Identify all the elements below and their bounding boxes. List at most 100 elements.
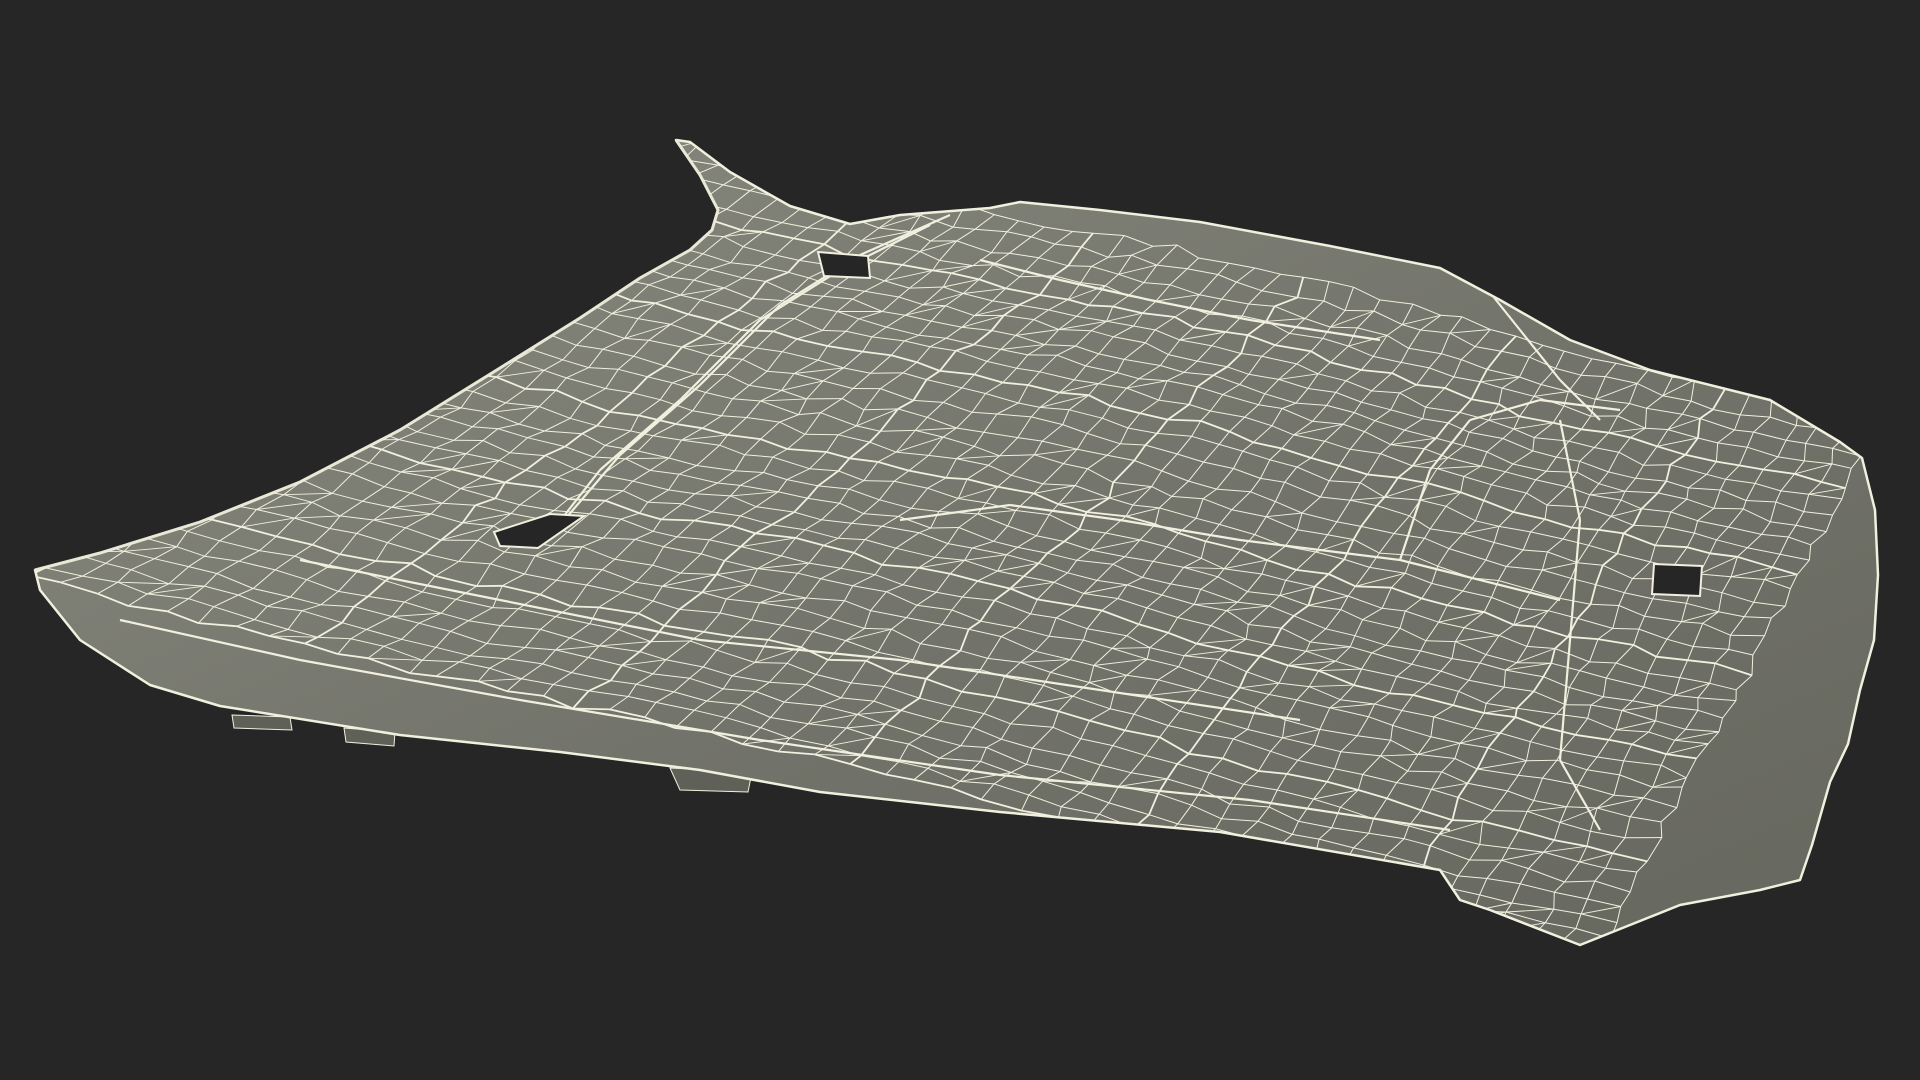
mesh-edge bbox=[174, 495, 199, 511]
mesh-edge bbox=[549, 210, 569, 228]
mesh-edge bbox=[915, 199, 941, 205]
mesh-edge bbox=[453, 336, 475, 347]
mesh-edge bbox=[203, 437, 224, 453]
mesh-edge bbox=[239, 430, 277, 440]
mesh-edge bbox=[184, 450, 205, 472]
mesh-edge bbox=[275, 390, 299, 410]
mesh-edge bbox=[495, 329, 521, 346]
mesh-edge bbox=[1851, 411, 1878, 422]
mesh-edge bbox=[603, 277, 617, 291]
mesh-edge bbox=[789, 174, 808, 187]
mesh-edge bbox=[589, 220, 626, 234]
mesh-edge bbox=[138, 521, 157, 537]
mesh-edge bbox=[1187, 853, 1228, 863]
mesh-edge bbox=[523, 290, 557, 301]
mesh-edge bbox=[991, 252, 1010, 254]
mesh-edge bbox=[560, 259, 593, 269]
mesh-edge bbox=[575, 285, 605, 291]
mesh-edge bbox=[410, 304, 435, 314]
mesh-edge bbox=[356, 356, 388, 370]
mesh-edge bbox=[378, 391, 399, 401]
mesh-edge bbox=[821, 175, 842, 190]
mesh-edge bbox=[264, 413, 309, 417]
mesh-edge bbox=[615, 200, 634, 209]
mesh-edge bbox=[255, 452, 282, 459]
mesh-edge bbox=[869, 187, 885, 210]
mesh-edge bbox=[870, 199, 916, 210]
mesh-edge bbox=[83, 538, 125, 552]
mesh-edge bbox=[609, 244, 631, 264]
mesh-edge bbox=[457, 310, 490, 322]
mesh-edge bbox=[363, 379, 399, 393]
mesh-edge bbox=[1068, 265, 1092, 267]
mesh-edge bbox=[847, 186, 867, 203]
mesh-edge bbox=[317, 420, 341, 433]
mesh-edge bbox=[605, 239, 630, 246]
mesh-edge bbox=[577, 252, 610, 264]
mesh-edge bbox=[1438, 888, 1452, 906]
mesh-edge bbox=[303, 439, 350, 449]
mesh-edge bbox=[210, 480, 250, 490]
mesh-edge bbox=[387, 355, 406, 370]
mesh-edge bbox=[145, 487, 166, 501]
mesh-edge bbox=[474, 329, 521, 338]
mesh-edge bbox=[633, 188, 646, 202]
mesh-edge bbox=[355, 399, 379, 410]
mesh-edge bbox=[940, 203, 966, 205]
mesh-edge bbox=[466, 357, 482, 373]
mesh-edge bbox=[1302, 858, 1315, 874]
mesh-edge bbox=[223, 438, 256, 454]
mesh-edge bbox=[1516, 662, 1552, 664]
mesh-edge bbox=[397, 376, 415, 393]
mesh-edge bbox=[549, 226, 571, 233]
mesh-edge bbox=[830, 201, 849, 215]
mesh-edge bbox=[210, 460, 239, 482]
mesh-edge bbox=[538, 258, 561, 261]
mesh-edge bbox=[1314, 858, 1346, 863]
mesh-edge bbox=[1526, 759, 1557, 762]
mesh-edge bbox=[543, 259, 561, 274]
mesh-edge bbox=[363, 368, 388, 380]
mesh-edge bbox=[1121, 839, 1156, 848]
mesh-edge bbox=[339, 420, 371, 430]
mesh-edge bbox=[645, 188, 674, 190]
mesh-edge bbox=[329, 401, 357, 410]
mesh-edge bbox=[1427, 912, 1461, 922]
mesh-edge bbox=[766, 165, 782, 183]
mesh-edge bbox=[1600, 938, 1612, 945]
mesh-edge bbox=[1167, 832, 1198, 847]
mesh-edge bbox=[638, 149, 665, 168]
mesh-edge bbox=[446, 276, 470, 292]
mesh-edge bbox=[589, 207, 616, 222]
mesh-edge bbox=[413, 376, 443, 386]
mesh-edge bbox=[369, 417, 389, 430]
mesh-edge bbox=[237, 452, 256, 461]
mesh-edge bbox=[609, 262, 643, 269]
mesh-edge bbox=[1256, 861, 1274, 877]
mesh-edge bbox=[404, 355, 438, 366]
mesh-edge bbox=[474, 320, 491, 338]
mesh-edge bbox=[930, 527, 959, 529]
mesh-edge bbox=[624, 215, 636, 234]
mesh-edge bbox=[1340, 876, 1372, 888]
mesh-edge bbox=[203, 450, 239, 461]
mesh-edge bbox=[276, 422, 292, 439]
mesh-edge bbox=[1395, 895, 1409, 904]
mesh-edge bbox=[303, 447, 338, 452]
mesh-edge bbox=[145, 499, 175, 511]
mesh-edge bbox=[355, 408, 389, 419]
mesh-edge bbox=[633, 199, 662, 206]
mesh-edge bbox=[625, 227, 664, 234]
mesh-edge bbox=[511, 291, 524, 306]
mesh-edge bbox=[851, 207, 871, 220]
mesh-edge bbox=[766, 181, 791, 187]
mesh-edge bbox=[390, 312, 412, 330]
mesh-edge bbox=[417, 324, 447, 342]
mesh-edge bbox=[642, 256, 660, 269]
mesh-edge bbox=[502, 278, 524, 292]
mesh-edge bbox=[387, 368, 415, 378]
mesh-edge bbox=[538, 243, 555, 260]
mesh-edge bbox=[616, 267, 643, 279]
mesh-edge bbox=[689, 212, 709, 220]
mesh-edge bbox=[104, 529, 140, 537]
